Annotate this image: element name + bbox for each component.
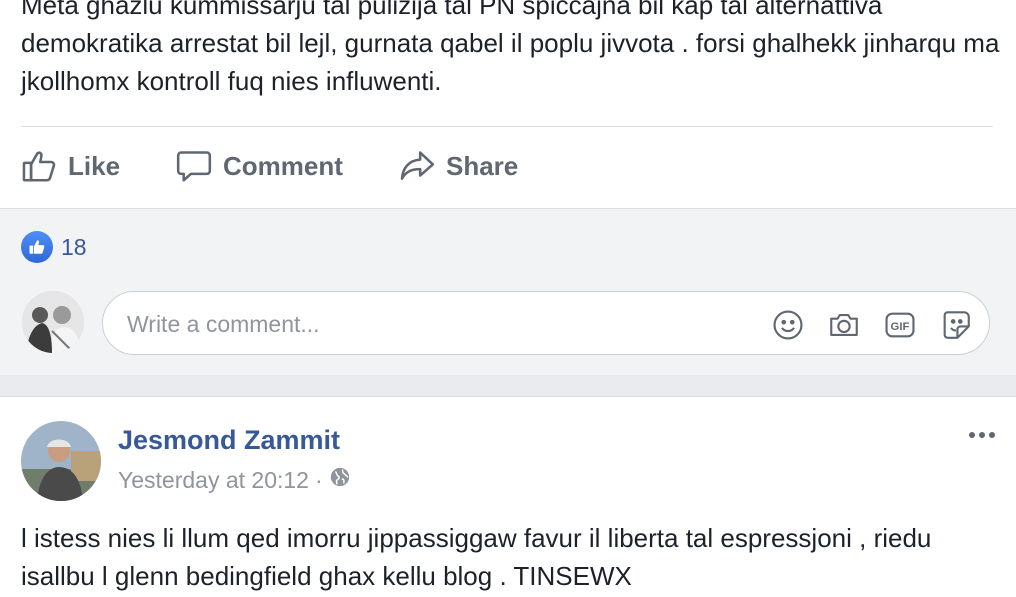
share-label: Share xyxy=(446,150,519,181)
sticker-icon[interactable] xyxy=(939,308,973,342)
like-label: Like xyxy=(68,150,121,181)
post-timestamp[interactable]: Yesterday at 20:12 xyxy=(118,467,309,494)
comment-composer: GIF xyxy=(102,291,990,355)
camera-icon[interactable] xyxy=(827,308,861,342)
gif-icon[interactable]: GIF xyxy=(883,308,917,342)
author-avatar[interactable] xyxy=(21,421,101,501)
thumbs-up-icon xyxy=(20,147,58,185)
post-text: l istess nies li llum qed imorru jippass… xyxy=(21,523,932,591)
like-reaction-icon xyxy=(21,231,53,263)
comment-icon xyxy=(175,147,213,185)
comment-input[interactable] xyxy=(125,302,749,346)
post-card: Jesmond Zammit Yesterday at 20:12 · l is… xyxy=(0,396,1016,597)
share-icon xyxy=(398,147,436,185)
divider xyxy=(21,126,993,127)
current-user-avatar[interactable] xyxy=(22,291,84,353)
author-name[interactable]: Jesmond Zammit xyxy=(118,425,340,456)
comments-section: 18 Write a comment... GIF xyxy=(0,208,1016,375)
comment-label: Comment xyxy=(223,150,343,181)
meta-separator: · xyxy=(314,466,323,493)
post-card: Meta għażlu kummissarju tal pulizija tal… xyxy=(0,0,1016,375)
globe-icon[interactable] xyxy=(329,466,351,494)
post-actions-bar: Like Comment Share xyxy=(0,135,1016,197)
share-button[interactable]: Share xyxy=(398,135,518,197)
comment-button[interactable]: Comment xyxy=(175,135,343,197)
reaction-count: 18 xyxy=(61,233,87,260)
post-text: Meta għażlu kummissarju tal pulizija tal… xyxy=(21,0,1000,96)
reactions-summary[interactable]: 18 xyxy=(21,231,87,263)
emoji-icon[interactable] xyxy=(771,308,805,342)
like-button[interactable]: Like xyxy=(20,135,120,197)
more-options-icon[interactable] xyxy=(966,425,998,450)
svg-text:GIF: GIF xyxy=(891,321,910,333)
post-meta: Yesterday at 20:12 · xyxy=(118,466,351,494)
